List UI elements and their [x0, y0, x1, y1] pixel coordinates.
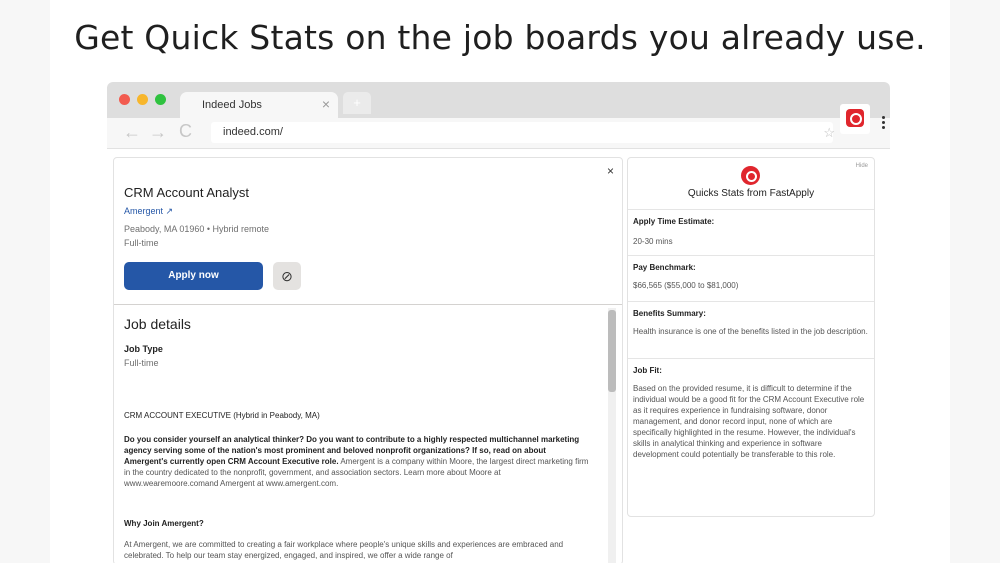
job-type-label: Job Type — [124, 344, 163, 354]
scrollbar[interactable] — [608, 308, 616, 563]
external-link-icon: ↗ — [165, 206, 174, 216]
why-join-heading: Why Join Amergent? — [124, 519, 204, 528]
new-tab-button[interactable]: + — [343, 92, 371, 114]
section-label: Benefits Summary: — [633, 309, 706, 318]
close-window-dot[interactable] — [119, 94, 130, 105]
job-type-value: Full-time — [124, 358, 159, 368]
job-details-heading: Job details — [124, 316, 191, 332]
description-heading: CRM ACCOUNT EXECUTIVE (Hybrid in Peabody… — [124, 411, 320, 420]
section-value: 20-30 mins — [633, 237, 673, 246]
tab-close-icon[interactable]: × — [322, 96, 330, 112]
maximize-window-dot[interactable] — [155, 94, 166, 105]
section-label: Pay Benchmark: — [633, 263, 696, 272]
benefits-summary-section: Benefits Summary: Health insurance is on… — [628, 301, 874, 358]
description-intro: Do you consider yourself an analytical t… — [124, 434, 589, 489]
section-value: Based on the provided resume, it is diff… — [633, 384, 865, 459]
url-text: indeed.com/ — [223, 126, 283, 138]
fastapply-panel: Hide Quicks Stats from FastApply Apply T… — [627, 157, 875, 517]
kebab-menu-icon[interactable] — [882, 116, 885, 131]
job-location: Peabody, MA 01960 • Hybrid remote — [124, 224, 270, 234]
reload-icon[interactable]: C — [179, 121, 192, 142]
fastapply-logo-icon — [741, 166, 760, 185]
extension-button[interactable] — [840, 104, 870, 134]
headline: Get Quick Stats on the job boards you al… — [74, 18, 926, 57]
apply-now-button[interactable]: Apply now — [124, 262, 263, 290]
close-job-icon[interactable]: × — [607, 164, 614, 178]
why-join-text: At Amergent, we are committed to creatin… — [124, 540, 564, 560]
tab-title: Indeed Jobs — [202, 99, 262, 111]
scrollbar-thumb[interactable] — [608, 310, 616, 392]
section-label: Apply Time Estimate: — [633, 217, 715, 226]
fastapply-extension-icon — [846, 109, 864, 127]
tab-indeed-jobs[interactable]: Indeed Jobs × — [180, 92, 338, 118]
section-label: Job Fit: — [633, 366, 662, 375]
job-fit-section: Job Fit: Based on the provided resume, i… — [628, 358, 874, 516]
apply-time-section: Apply Time Estimate: 20-30 mins — [628, 209, 874, 256]
hide-panel-link[interactable]: Hide — [856, 163, 868, 169]
address-bar[interactable]: indeed.com/ ☆ — [211, 122, 835, 143]
forward-icon[interactable]: → — [149, 122, 167, 143]
company-name: Amergent — [124, 206, 164, 216]
job-title: CRM Account Analyst — [124, 185, 249, 200]
bookmark-star-icon[interactable]: ☆ — [823, 125, 835, 141]
fastapply-title: Quicks Stats from FastApply — [687, 188, 815, 199]
not-interested-icon[interactable]: ⊘ — [273, 262, 301, 290]
pay-benchmark-section: Pay Benchmark: $66,565 ($55,000 to $81,0… — [628, 255, 874, 302]
job-employment-type: Full-time — [124, 238, 159, 248]
back-icon[interactable]: ← — [123, 122, 141, 143]
section-value: Health insurance is one of the benefits … — [633, 327, 868, 336]
job-card: × CRM Account Analyst Amergent ↗ Peabody… — [113, 157, 623, 563]
tab-strip: Indeed Jobs × + — [107, 82, 890, 118]
minimize-window-dot[interactable] — [137, 94, 148, 105]
browser-toolbar: ← → C indeed.com/ ☆ — [107, 118, 890, 149]
browser-window: Indeed Jobs × + ← → C indeed.com/ ☆ × CR… — [107, 82, 890, 563]
section-value: $66,565 ($55,000 to $81,000) — [633, 281, 739, 290]
company-link[interactable]: Amergent ↗ — [124, 206, 173, 217]
divider — [114, 304, 622, 305]
